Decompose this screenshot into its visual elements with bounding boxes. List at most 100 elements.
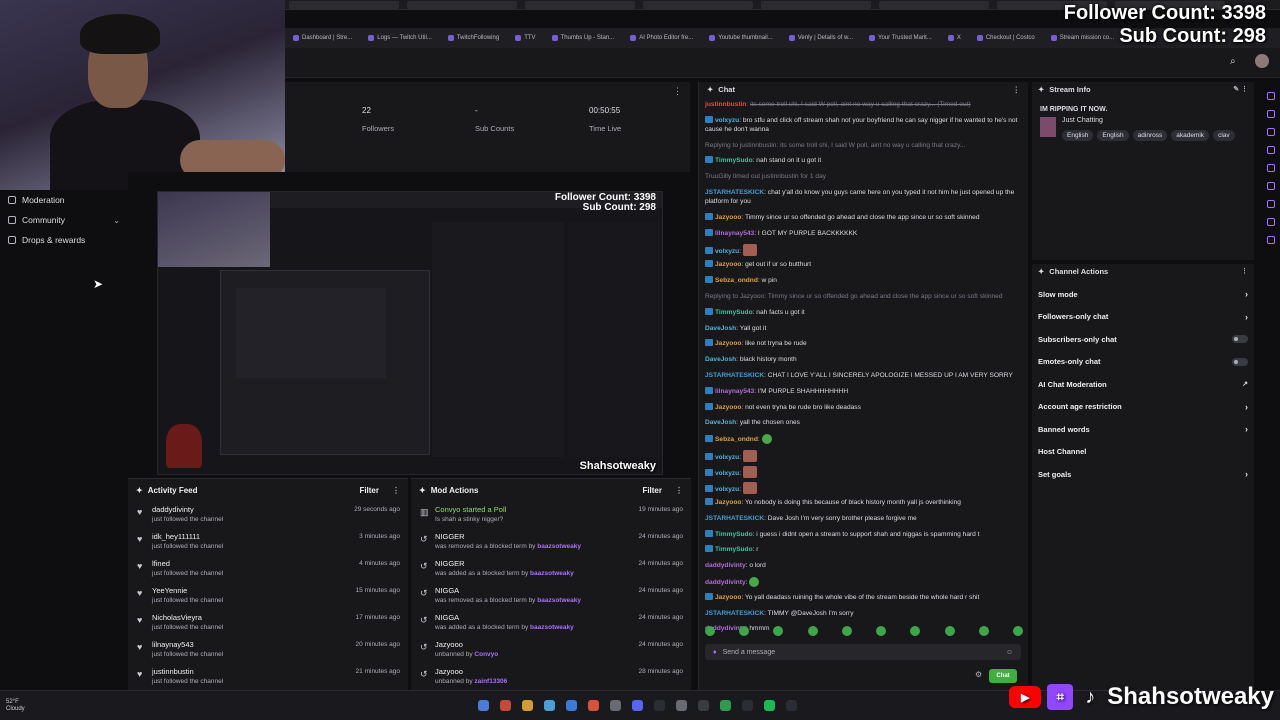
moderator-name[interactable]: baazsotweaky: [537, 597, 581, 604]
quick-action-icon[interactable]: [1267, 164, 1275, 172]
chat-username[interactable]: volxyzu: [715, 248, 739, 255]
chat-message[interactable]: TimmySudo: nah facts u got it: [705, 307, 1021, 317]
mod-badge-icon[interactable]: [705, 228, 713, 236]
channel-action-account-age-restriction[interactable]: Account age restriction ›: [1032, 396, 1254, 419]
chat-message[interactable]: lilnaynay543: I'M PURPLE SHAHHHHHHHH: [705, 386, 1021, 396]
chat-message[interactable]: lilnaynay543: I GOT MY PURPLE BACKKKKKK: [705, 228, 1021, 238]
chat-message[interactable]: TimmySudo: i guess i didnt open a stream…: [705, 529, 1021, 539]
app-icon[interactable]: [654, 700, 665, 711]
mod-badge-icon[interactable]: [705, 339, 713, 347]
app-icon[interactable]: [588, 700, 599, 711]
chevron-right-icon[interactable]: ›: [1245, 424, 1248, 434]
chevron-right-icon[interactable]: ›: [1245, 469, 1248, 479]
chat-message[interactable]: JSTARHATESKICK: TIMMY @DaveJosh I'm sorr…: [705, 609, 1021, 618]
emote-icon[interactable]: [742, 450, 757, 462]
mod-badge-icon[interactable]: [705, 435, 713, 443]
pin-icon[interactable]: ✦: [1038, 85, 1044, 94]
chat-username[interactable]: TimmySudo: [715, 531, 753, 538]
mod-badge-icon[interactable]: [705, 260, 713, 268]
chat-username[interactable]: Sebza_ondnd: [715, 277, 758, 284]
pin-icon[interactable]: ✦: [707, 85, 713, 94]
emote-icon[interactable]: [1012, 626, 1023, 636]
bookmark-item[interactable]: Logs — Twitch Util...: [360, 35, 440, 41]
chat-message[interactable]: DaveJosh: black history month: [705, 355, 1021, 364]
emote-icon[interactable]: [742, 482, 757, 494]
chat-username[interactable]: JSTARHATESKICK: [705, 610, 764, 617]
emote-icon[interactable]: [705, 626, 715, 636]
gear-icon[interactable]: ⚙: [975, 670, 982, 679]
chat-message[interactable]: DaveJosh: Yall got it: [705, 324, 1021, 333]
chat-username[interactable]: Sebza_ondnd: [715, 436, 758, 443]
sidebar-item-moderation[interactable]: Moderation: [0, 190, 128, 210]
mod-action-row[interactable]: ↺ Jazyooo unbanned by zainf13306 28 minutes…: [411, 663, 691, 690]
more-icon[interactable]: ⋮: [1013, 85, 1021, 94]
activity-feed-row[interactable]: ♥ NicholasVieyra just followed the channel…: [128, 609, 408, 636]
emote-icon[interactable]: [978, 626, 989, 636]
chat-system-message[interactable]: Replying to Jazyooo: Timmy since ur so o…: [705, 292, 1021, 301]
activity-feed-row[interactable]: ♥ lfined just followed the channel 4 minute…: [128, 555, 408, 582]
moderator-name[interactable]: baazsotweaky: [537, 543, 581, 550]
chat-message[interactable]: TimmySudo: r: [705, 545, 1021, 554]
search-icon[interactable]: ⌕: [1230, 56, 1236, 67]
chat-message[interactable]: volxyzu:: [705, 482, 1021, 494]
chat-username[interactable]: TimmySudo: [715, 546, 753, 553]
chat-message[interactable]: Jazyooo: Timmy since ur so offended go a…: [705, 212, 1021, 222]
emote-icon[interactable]: [944, 626, 955, 636]
mod-action-row[interactable]: ↺ Jazyooo unbanned by Convyo 24 minutes ago: [411, 636, 691, 663]
app-icon[interactable]: [676, 700, 687, 711]
moderator-name[interactable]: baazsotweaky: [530, 624, 574, 631]
sidebar-item-community[interactable]: Community ⌄: [0, 210, 128, 230]
chat-message[interactable]: daddydivinty: o lord: [705, 561, 1021, 570]
chat-system-message[interactable]: TruuGilly timed out justinnbustin for 1 …: [705, 172, 1021, 181]
emote-bar[interactable]: [705, 626, 1023, 638]
chat-message[interactable]: Jazyooo: Yo yall deadass ruining the who…: [705, 592, 1021, 602]
mod-badge-icon[interactable]: [705, 276, 713, 284]
app-icon[interactable]: [610, 700, 621, 711]
quick-action-icon[interactable]: [1267, 110, 1275, 118]
activity-feed-row[interactable]: ♥ idk_hey111111 just followed the channel 3…: [128, 528, 408, 555]
mod-badge-icon[interactable]: [705, 592, 713, 600]
bookmark-item[interactable]: Youtube thumbnail...: [701, 35, 781, 41]
chat-username[interactable]: JSTARHATESKICK: [705, 372, 764, 379]
mod-badge-icon[interactable]: [705, 498, 713, 505]
channel-action-slow-mode[interactable]: Slow mode ›: [1032, 283, 1254, 306]
chat-message[interactable]: volxyzu:: [705, 450, 1021, 462]
app-icon[interactable]: [786, 700, 797, 711]
toggle-switch[interactable]: [1232, 335, 1248, 344]
quick-action-icon[interactable]: [1267, 236, 1275, 244]
mod-action-row[interactable]: ↺ NIGGA was added as a blocked term by baa…: [411, 609, 691, 636]
chat-message[interactable]: Jazyooo: not even tryna be rude bro like…: [705, 402, 1021, 412]
chat-message[interactable]: Sebza_ondnd:: [705, 434, 1021, 445]
activity-feed-row[interactable]: ♥ daddydivinty just followed the channel 29…: [128, 501, 408, 528]
pin-icon[interactable]: ✦: [1038, 267, 1044, 276]
channel-action-subscribers-only-chat[interactable]: Subscribers-only chat: [1032, 328, 1254, 351]
mod-action-row[interactable]: ↺ NIGGA was removed as a blocked term by b…: [411, 582, 691, 609]
chat-username[interactable]: JSTARHATESKICK: [705, 189, 764, 196]
chat-message[interactable]: JSTARHATESKICK: CHAT I LOVE Y'ALL I SINC…: [705, 371, 1021, 380]
folder-icon[interactable]: [522, 700, 533, 711]
chat-message[interactable]: JSTARHATESKICK: chat y'all do know you g…: [705, 188, 1021, 206]
chat-username[interactable]: TimmySudo: [715, 309, 753, 316]
spotify-icon[interactable]: [764, 700, 775, 711]
more-icon[interactable]: ⋮: [392, 486, 400, 495]
chat-message[interactable]: volxyzu:: [705, 244, 1021, 257]
more-icon[interactable]: ⋮: [673, 86, 682, 97]
chat-username[interactable]: daddydivinty: [705, 562, 746, 569]
excel-icon[interactable]: [720, 700, 731, 711]
start-icon[interactable]: [478, 700, 489, 711]
emote-icon[interactable]: [910, 626, 921, 636]
chat-username[interactable]: DaveJosh: [705, 419, 736, 426]
mod-badge-icon[interactable]: [705, 545, 713, 553]
quick-action-icon[interactable]: [1267, 218, 1275, 226]
chat-message[interactable]: DaveJosh: yall the chosen ones: [705, 418, 1021, 427]
moderator-name[interactable]: baazsotweaky: [530, 570, 574, 577]
quick-action-icon[interactable]: [1267, 200, 1275, 208]
edit-icon[interactable]: ✎ ⋮: [1233, 85, 1248, 93]
chevron-right-icon[interactable]: ›: [1245, 312, 1248, 322]
app-icon[interactable]: [500, 700, 511, 711]
bookmark-item[interactable]: AI Photo Editor fre...: [622, 35, 701, 41]
app-icon[interactable]: [742, 700, 753, 711]
mod-action-row[interactable]: ↺ NIGGER was added as a blocked term by ba…: [411, 555, 691, 582]
mod-action-row[interactable]: ▥ Convyo started a Poll Is shah a stinky n…: [411, 501, 691, 528]
chat-message[interactable]: volxyzu:: [705, 466, 1021, 478]
